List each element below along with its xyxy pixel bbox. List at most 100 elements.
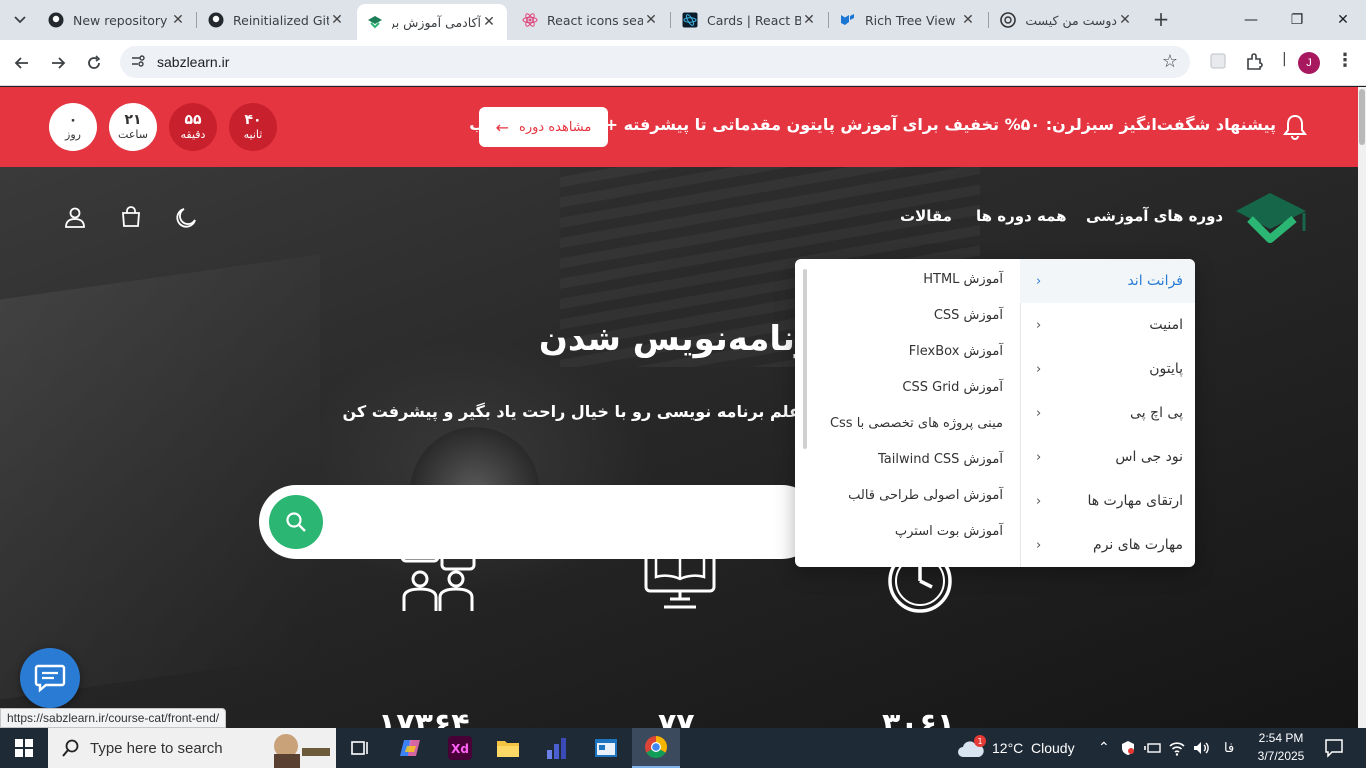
clock-date[interactable]: 3/7/2025 (1253, 749, 1309, 763)
file-explorer-app[interactable] (484, 728, 532, 768)
countdown-label: ساعت (118, 127, 148, 141)
weather-condition[interactable]: Cloudy (1031, 740, 1075, 756)
close-tab-icon[interactable]: ✕ (643, 12, 659, 28)
category-security[interactable]: امنیت ‹ (1020, 303, 1195, 347)
hero-subtitle: علم برنامه نویسی رو با خیال راحت یاد بگی… (342, 402, 800, 421)
notification-center-icon[interactable] (1324, 738, 1344, 758)
battery-plug-icon[interactable] (1144, 740, 1162, 756)
nav-courses-menu[interactable]: دوره های آموزشی (1086, 207, 1223, 225)
back-button[interactable] (9, 50, 35, 76)
close-tab-icon[interactable]: ✕ (481, 14, 497, 30)
dark-mode-moon-icon[interactable] (175, 205, 199, 229)
copilot-app[interactable] (386, 728, 434, 768)
category-label: مهارت های نرم (1093, 537, 1183, 553)
extension-icon[interactable] (1209, 52, 1227, 74)
wifi-icon[interactable] (1168, 739, 1186, 757)
category-nodejs[interactable]: نود جی اس ‹ (1020, 435, 1195, 479)
react-bootstrap-icon (682, 12, 698, 28)
bar-chart-app-icon (547, 738, 566, 759)
url-text[interactable]: sabzlearn.ir (157, 54, 229, 70)
submenu-item-flexbox[interactable]: آموزش FlexBox (909, 344, 1003, 359)
browser-tab[interactable]: New repository ✕ (38, 4, 196, 36)
countdown-label: ثانیه (243, 127, 263, 141)
taskbar-search-box[interactable]: Type here to search (48, 728, 336, 768)
nav-articles[interactable]: مقالات (900, 207, 952, 225)
news-app[interactable] (582, 728, 630, 768)
tab-title: Rich Tree View - (865, 12, 960, 28)
browser-tab[interactable]: Rich Tree View - ✕ (830, 4, 986, 36)
support-chat-button[interactable] (20, 648, 80, 708)
close-tab-icon[interactable]: ✕ (329, 12, 345, 28)
category-label: پایتون (1149, 361, 1183, 377)
restore-button[interactable]: ❐ (1274, 0, 1320, 40)
forward-button[interactable] (45, 50, 71, 76)
volume-icon[interactable] (1192, 739, 1210, 757)
weather-widget[interactable]: 1 (956, 728, 986, 768)
sabzlearn-logo[interactable] (1232, 189, 1310, 245)
arrow-left-icon: ← (495, 117, 510, 137)
countdown-value: ۵۵ (184, 112, 202, 129)
category-list: فرانت اند ‹ امنیت ‹ پایتون ‹ پی اچ پی ‹ … (1020, 259, 1195, 567)
category-skill-upgrade[interactable]: ارتقای مهارت ها ‹ (1020, 479, 1195, 523)
extensions-puzzle-icon[interactable] (1245, 52, 1265, 76)
reload-button[interactable] (81, 50, 107, 76)
close-tab-icon[interactable]: ✕ (960, 12, 976, 28)
bookmark-star-icon[interactable]: ☆ (1162, 51, 1178, 72)
browser-tab[interactable]: دوست من کیست ✕ (990, 4, 1143, 36)
browser-tab[interactable]: Reinitialized Git ✕ (198, 4, 355, 36)
category-php[interactable]: پی اچ پی ‹ (1020, 391, 1195, 435)
task-view-button[interactable] (336, 728, 384, 768)
countdown-minutes: ۵۵ دقیقه (169, 103, 217, 151)
browser-tab[interactable]: Cards | React Bo ✕ (672, 4, 827, 36)
adobe-xd-app[interactable]: Xd (436, 728, 484, 768)
close-tab-icon[interactable]: ✕ (801, 12, 817, 28)
scrollbar-thumb[interactable] (1359, 89, 1365, 145)
profile-avatar[interactable]: J (1298, 52, 1320, 74)
hours-count: ۳۰۶۱ (882, 707, 956, 728)
category-soft-skills[interactable]: مهارت های نرم ‹ (1020, 523, 1195, 567)
language-indicator[interactable]: فا (1224, 740, 1234, 756)
weather-temperature[interactable]: 12°C (992, 740, 1023, 756)
browser-tab-active[interactable]: آکادمی آموزش بر ✕ (357, 4, 507, 40)
chevron-left-icon: ‹ (1036, 361, 1042, 377)
power-bi-app[interactable] (533, 728, 581, 768)
course-search-input[interactable] (259, 485, 819, 559)
view-course-button[interactable]: ← مشاهده دوره (479, 107, 608, 147)
chrome-app[interactable] (632, 728, 680, 768)
browser-tab-strip: New repository ✕ Reinitialized Git ✕ آکا… (0, 0, 1366, 40)
submenu-item-html[interactable]: آموزش HTML (923, 272, 1003, 287)
submenu-item-css[interactable]: آموزش CSS (934, 308, 1003, 323)
chat-bubble-icon (34, 664, 66, 693)
submenu-item-template-design[interactable]: آموزش اصولی طراحی قالب (848, 488, 1003, 503)
start-button[interactable] (0, 728, 48, 768)
security-shield-icon[interactable] (1120, 740, 1136, 756)
category-python[interactable]: پایتون ‹ (1020, 347, 1195, 391)
shopping-bag-icon[interactable] (119, 205, 143, 229)
countdown-hours: ۲۱ ساعت (109, 103, 157, 151)
address-bar[interactable]: sabzlearn.ir ☆ (120, 46, 1190, 78)
github-icon (48, 12, 64, 28)
page-scrollbar[interactable] (1358, 87, 1366, 728)
new-tab-button[interactable]: + (1150, 8, 1172, 30)
user-icon[interactable] (63, 205, 87, 229)
minimize-button[interactable]: — (1228, 0, 1274, 40)
web-page: پیشنهاد شگفت‌انگیز سبزلرن: ۵۰% تخفیف برا… (0, 87, 1358, 728)
search-button[interactable] (269, 495, 323, 549)
submenu-item-css-mini-projects[interactable]: مینی پروژه های تخصصی با Css (830, 416, 1003, 431)
close-tab-icon[interactable]: ✕ (1117, 12, 1133, 28)
kebab-menu-icon[interactable]: ⋮ (1336, 50, 1354, 71)
category-frontend[interactable]: فرانت اند ‹ (1020, 259, 1195, 303)
submenu-item-css-grid[interactable]: آموزش CSS Grid (902, 380, 1003, 395)
close-window-button[interactable]: ✕ (1320, 0, 1366, 40)
courses-count: ۷۷ (658, 707, 695, 728)
browser-tab[interactable]: React icons sear ✕ (512, 4, 669, 36)
close-tab-icon[interactable]: ✕ (170, 12, 186, 28)
chevron-up-icon[interactable]: ⌃ (1098, 739, 1110, 756)
site-settings-icon[interactable] (130, 53, 146, 73)
submenu-item-tailwind[interactable]: آموزش Tailwind CSS (878, 452, 1003, 467)
tab-search-button[interactable] (8, 8, 32, 32)
promo-text: پیشنهاد شگفت‌انگیز سبزلرن: ۵۰% تخفیف برا… (469, 115, 1276, 134)
nav-all-courses[interactable]: همه دوره ها (976, 207, 1067, 225)
clock-time[interactable]: 2:54 PM (1256, 731, 1306, 745)
submenu-scrollbar[interactable] (803, 269, 807, 449)
